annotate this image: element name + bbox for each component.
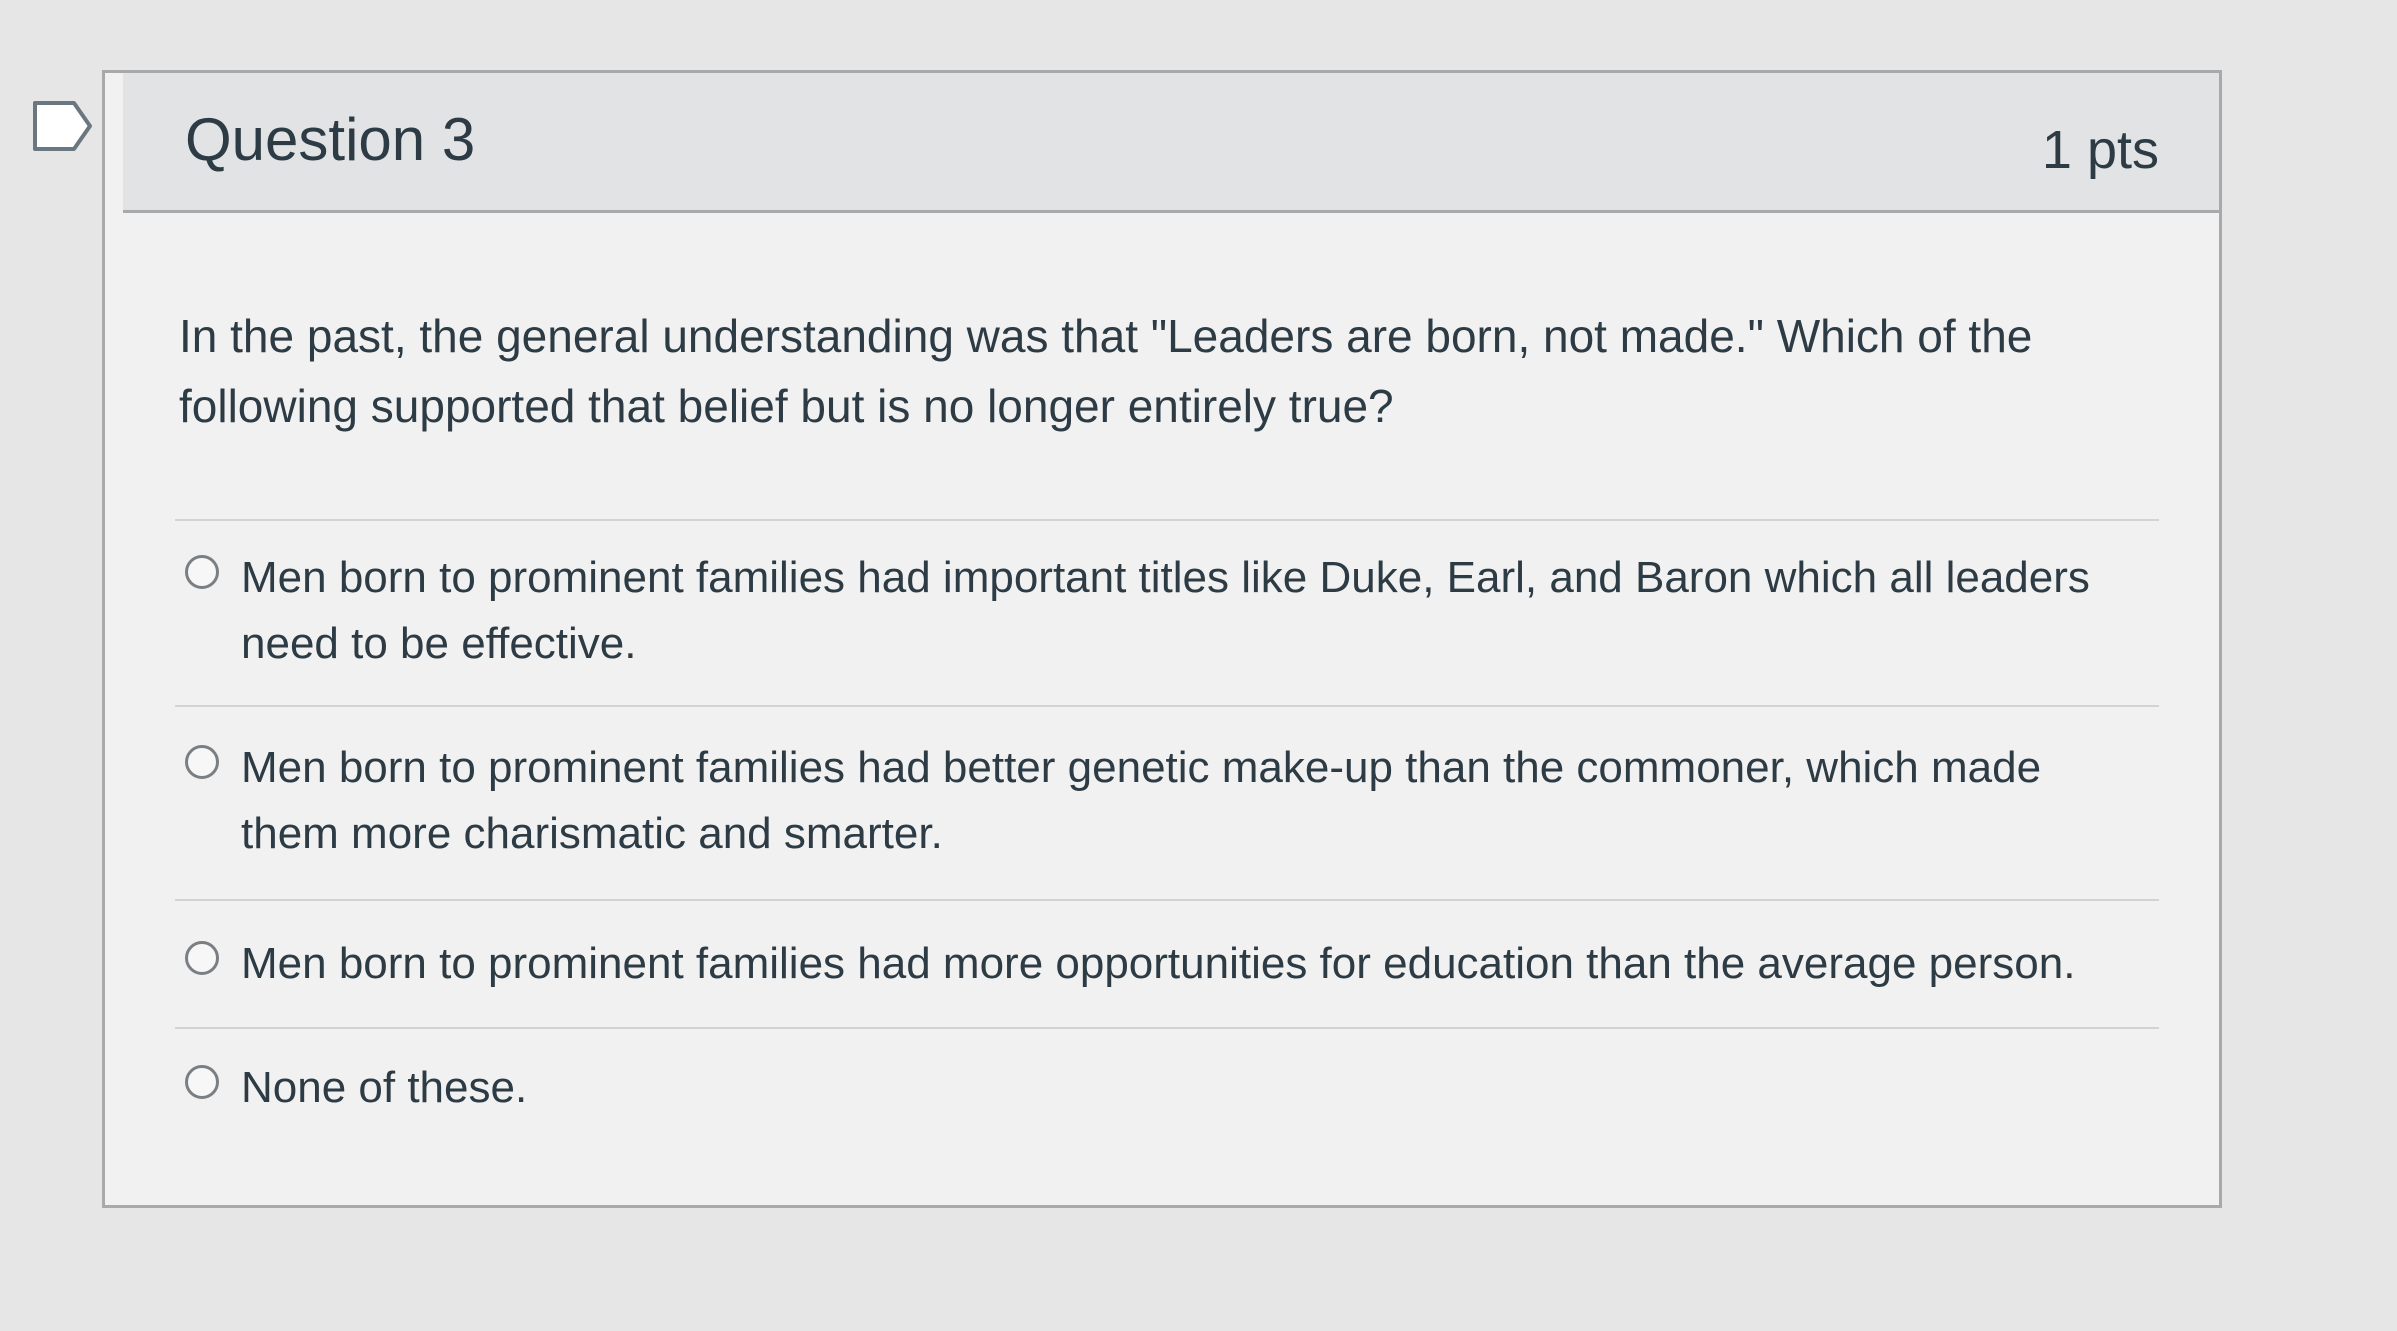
divider <box>175 1027 2159 1029</box>
radio-button[interactable] <box>185 1065 219 1099</box>
question-title: Question 3 <box>185 106 476 173</box>
radio-button[interactable] <box>185 555 219 589</box>
answer-label[interactable]: Men born to prominent families had bette… <box>241 735 2121 867</box>
divider <box>175 705 2159 707</box>
flag-question-icon[interactable] <box>32 100 94 152</box>
divider <box>175 899 2159 901</box>
divider <box>175 519 2159 521</box>
radio-button[interactable] <box>185 941 219 975</box>
radio-button[interactable] <box>185 745 219 779</box>
answer-label[interactable]: Men born to prominent families had more … <box>241 931 2121 997</box>
question-header: Question 3 1 pts <box>123 73 2219 213</box>
question-points: 1 pts <box>2041 120 2159 180</box>
question-text: In the past, the general understanding w… <box>179 310 2033 432</box>
question-card: Question 3 1 pts In the past, the genera… <box>102 70 2222 1208</box>
answer-label[interactable]: Men born to prominent families had impor… <box>241 545 2121 677</box>
answer-label[interactable]: None of these. <box>241 1055 2121 1121</box>
